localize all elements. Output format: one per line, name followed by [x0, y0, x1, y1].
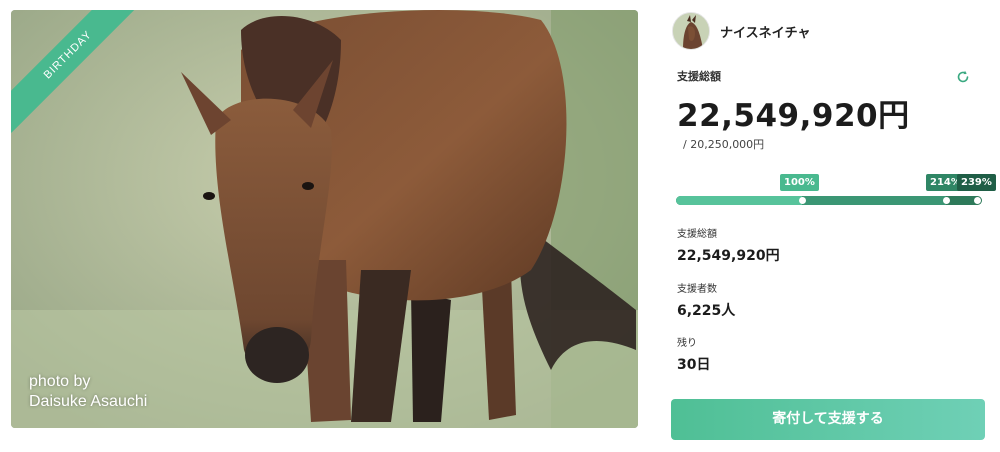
stat-remaining-value: 30日 — [677, 357, 711, 373]
stat-supporters-label: 支援者数 — [677, 284, 717, 295]
stat-supporters-value: 6,225人 — [677, 303, 736, 319]
horse-avatar-icon[interactable] — [672, 12, 710, 50]
total-label: 支援総額 — [677, 70, 721, 83]
birthday-ribbon-label: BIRTHDAY — [11, 10, 146, 133]
hero-photo: BIRTHDAY photo by Daisuke Asauchi — [11, 10, 638, 428]
total-amount: 22,549,920円 — [677, 98, 910, 134]
photo-credit: photo by Daisuke Asauchi — [29, 372, 147, 412]
progress-tag-100: 100% — [780, 174, 819, 191]
stat-total: 支援総額 22,549,920円 — [677, 225, 780, 265]
owner-name[interactable]: ナイスネイチャ — [720, 22, 810, 41]
birthday-ribbon: BIRTHDAY — [11, 10, 151, 150]
photo-credit-line1: photo by — [29, 373, 91, 390]
stat-supporters: 支援者数 6,225人 — [677, 280, 735, 320]
owner-info[interactable]: ナイスネイチャ — [672, 12, 810, 50]
funding-panel: ナイスネイチャ 支援総額 22,549,920円 / 20,250,000円 1… — [670, 0, 996, 452]
donate-button[interactable]: 寄付して支援する — [671, 399, 985, 440]
progress-marker-214 — [943, 197, 950, 204]
stat-remaining: 残り 30日 — [677, 334, 710, 374]
stat-remaining-label: 残り — [677, 338, 697, 349]
photo-credit-line2: Daisuke Asauchi — [29, 393, 148, 410]
progress-bar: 100% 214% 239% — [676, 172, 996, 212]
stat-total-label: 支援総額 — [677, 229, 717, 240]
progress-track — [676, 196, 982, 205]
stat-total-value: 22,549,920円 — [677, 248, 780, 264]
reload-icon[interactable] — [955, 69, 971, 85]
progress-fill-first — [676, 196, 802, 205]
progress-marker-239 — [974, 197, 981, 204]
goal-amount: / 20,250,000円 — [683, 138, 765, 151]
progress-marker-100 — [799, 197, 806, 204]
progress-tag-239: 239% — [957, 174, 996, 191]
progress-fill-second — [802, 196, 946, 205]
